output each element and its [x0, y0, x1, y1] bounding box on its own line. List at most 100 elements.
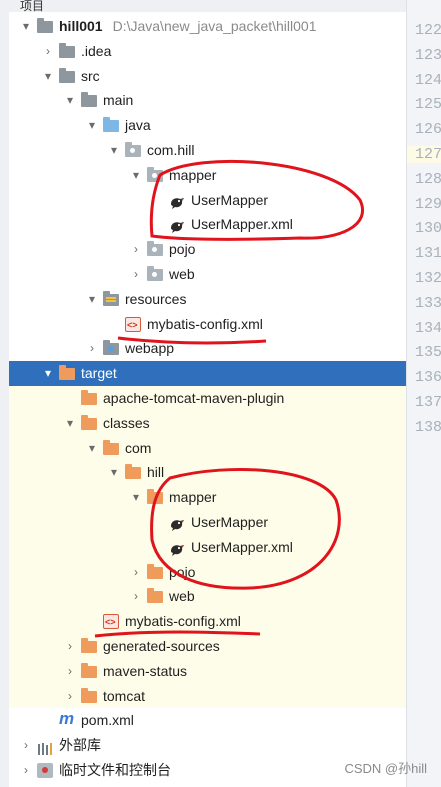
- tree-row[interactable]: ▾ main: [9, 88, 406, 113]
- tree-row[interactable]: ▾ classes: [9, 410, 406, 436]
- tree-row-text: web: [169, 584, 195, 609]
- chevron-down-icon[interactable]: ▾: [107, 460, 121, 485]
- line-number: 126: [415, 121, 441, 139]
- tree-row-text: com: [125, 436, 151, 461]
- tree-row-label: web: [169, 265, 195, 282]
- chevron-right-icon[interactable]: ›: [85, 336, 99, 361]
- tree-row-label: java: [125, 117, 151, 134]
- tree-row-text: mybatis-config.xml: [147, 312, 263, 337]
- tree-row[interactable]: ▾ src: [9, 64, 406, 89]
- chevron-down-icon[interactable]: ▾: [41, 361, 55, 386]
- orange-folder-icon: [81, 687, 97, 703]
- line-number: 125: [415, 96, 441, 114]
- chevron-right-icon[interactable]: ›: [63, 684, 77, 709]
- tree-row[interactable]: › .idea: [9, 39, 406, 64]
- chevron-right-icon[interactable]: ›: [129, 560, 143, 585]
- tree-row-text: pojo: [169, 237, 195, 262]
- tree-row[interactable]: UserMapper.xml: [9, 534, 406, 560]
- chevron-right-icon[interactable]: ›: [129, 237, 143, 262]
- tree-row[interactable]: ▾ hill: [9, 460, 406, 486]
- tree-row[interactable]: UserMapper.xml: [9, 212, 406, 237]
- chevron-down-icon[interactable]: ▾: [107, 138, 121, 163]
- tree-row[interactable]: ▾ hill001 D:\Java\new_java_packet\hill001: [9, 14, 406, 39]
- chevron-right-icon[interactable]: ›: [63, 634, 77, 659]
- tree-row-text: hill001 D:\Java\new_java_packet\hill001: [59, 14, 317, 39]
- chevron-down-icon[interactable]: ▾: [129, 485, 143, 510]
- line-number: 133: [415, 294, 441, 312]
- tree-row-label: apache-tomcat-maven-plugin: [103, 389, 285, 406]
- tree-row[interactable]: ▾ com: [9, 435, 406, 461]
- orange-folder-icon: [81, 389, 97, 405]
- chevron-down-icon[interactable]: ▾: [19, 14, 33, 39]
- tree-row-text: mapper: [169, 163, 216, 188]
- gray-folder-icon: [37, 18, 53, 33]
- chevron-right-icon[interactable]: ›: [19, 758, 33, 783]
- tree-row-label: UserMapper: [191, 513, 269, 530]
- tree-row-label: main: [103, 92, 134, 109]
- tree-row[interactable]: ▾ java: [9, 113, 406, 138]
- tree-row[interactable]: › pojo: [9, 237, 406, 262]
- tree-row-label: UserMapper: [191, 191, 269, 208]
- tree-row[interactable]: › tomcat: [9, 683, 406, 709]
- tree-row-label: tomcat: [103, 687, 146, 704]
- chevron-right-icon[interactable]: ›: [19, 733, 33, 758]
- tree-row-label: resources: [125, 290, 187, 307]
- tree-row-label: hill: [147, 464, 165, 481]
- tree-row-text: com.hill: [147, 138, 194, 163]
- tree-row[interactable]: ▾ target: [9, 361, 406, 386]
- gray-folder-icon: [59, 42, 75, 58]
- orange-folder-icon: [81, 637, 97, 653]
- orange-folder-icon: [147, 489, 163, 505]
- tree-row-label: UserMapper.xml: [191, 538, 293, 555]
- chevron-down-icon[interactable]: ▾: [41, 64, 55, 89]
- tree-row-text: 外部库: [59, 733, 101, 758]
- tree-row-label: src: [81, 67, 100, 84]
- tree-row[interactable]: › 外部库: [9, 733, 406, 758]
- tree-row[interactable]: › pojo: [9, 559, 406, 585]
- chevron-down-icon[interactable]: ▾: [63, 411, 77, 436]
- tree-row-text: resources: [125, 287, 186, 312]
- tree-row[interactable]: UserMapper: [9, 188, 406, 213]
- tree-row[interactable]: ▾ mapper: [9, 163, 406, 188]
- chevron-down-icon[interactable]: ▾: [85, 436, 99, 461]
- tree-row-label: com.hill: [147, 141, 195, 158]
- chevron-right-icon[interactable]: ›: [63, 659, 77, 684]
- package-folder-icon: [147, 166, 163, 182]
- tree-row[interactable]: ▾ com.hill: [9, 138, 406, 163]
- mybatis-bird-icon: [169, 193, 185, 209]
- tree-row[interactable]: › web: [9, 584, 406, 610]
- chevron-down-icon[interactable]: ▾: [63, 88, 77, 113]
- blue-folder-icon: [103, 117, 119, 133]
- tree-row[interactable]: ▾ mapper: [9, 485, 406, 510]
- tree-row[interactable]: › maven-status: [9, 658, 406, 684]
- gray-folder-icon: [81, 92, 97, 108]
- chevron-down-icon[interactable]: ▾: [85, 287, 99, 312]
- chevron-right-icon[interactable]: ›: [129, 262, 143, 287]
- tree-row[interactable]: mybatis-config.xml: [9, 312, 406, 337]
- tree-row[interactable]: › webapp: [9, 336, 406, 361]
- tree-row[interactable]: UserMapper: [9, 509, 406, 535]
- mybatis-bird-icon: [169, 515, 185, 531]
- tree-row-text: classes: [103, 411, 150, 436]
- project-tree: ▾ hill001 D:\Java\new_java_packet\hill001 ›…: [9, 12, 406, 787]
- tree-row[interactable]: › generated-sources: [9, 633, 406, 659]
- chevron-down-icon[interactable]: ▾: [85, 113, 99, 138]
- chevron-down-icon[interactable]: ▾: [129, 163, 143, 188]
- tree-row-text: pom.xml: [81, 708, 134, 733]
- tree-row-label: mybatis-config.xml: [147, 315, 263, 332]
- tree-row[interactable]: mybatis-config.xml: [9, 609, 406, 635]
- tree-row[interactable]: ▾ resources: [9, 287, 406, 312]
- tree-row-text: generated-sources: [103, 634, 220, 659]
- web-folder-icon: [103, 340, 119, 356]
- tree-row-text: src: [81, 64, 100, 89]
- orange-folder-icon: [147, 588, 163, 604]
- tree-row-text: webapp: [125, 336, 174, 361]
- xml-file-icon: [103, 610, 119, 635]
- tree-row[interactable]: m pom.xml: [9, 708, 406, 733]
- tree-row[interactable]: apache-tomcat-maven-plugin: [9, 385, 406, 411]
- tree-row-text: hill: [147, 460, 164, 485]
- chevron-right-icon[interactable]: ›: [129, 584, 143, 609]
- chevron-right-icon[interactable]: ›: [41, 39, 55, 64]
- tree-row-label: pojo: [169, 241, 196, 258]
- tree-row[interactable]: › web: [9, 262, 406, 287]
